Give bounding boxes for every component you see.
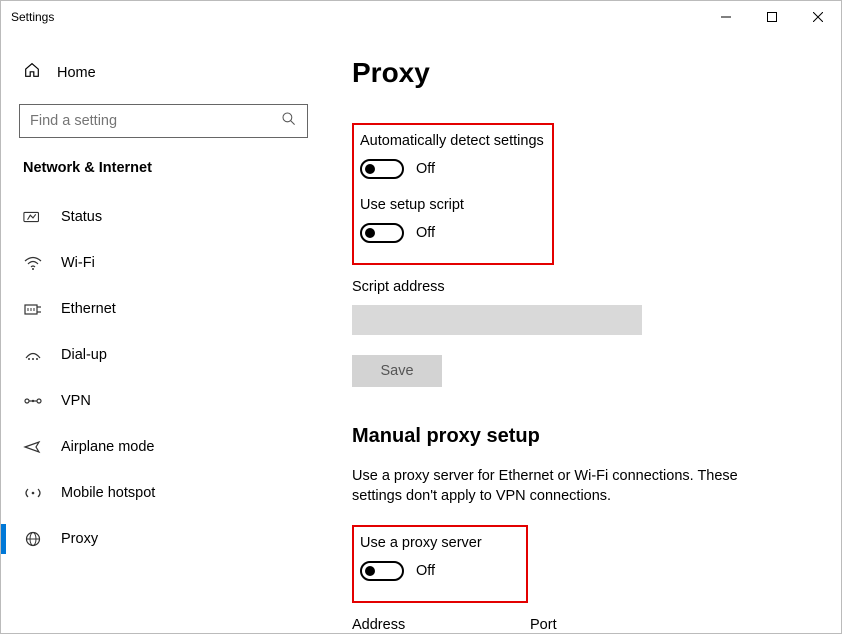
home-label: Home xyxy=(57,65,96,81)
maximize-button[interactable] xyxy=(749,1,795,33)
nav-list: Status Wi-Fi Ethernet Dial-up VPN Airpla… xyxy=(19,194,308,562)
setup-script-toggle[interactable] xyxy=(360,223,404,243)
category-header: Network & Internet xyxy=(19,160,308,176)
script-address-input[interactable] xyxy=(352,305,642,335)
nav-label: Status xyxy=(61,209,102,225)
auto-detect-state: Off xyxy=(416,161,435,177)
save-button-label: Save xyxy=(380,363,413,379)
port-label: Port xyxy=(530,617,620,633)
titlebar: Settings xyxy=(1,1,841,33)
auto-detect-toggle[interactable] xyxy=(360,159,404,179)
sidebar-item-hotspot[interactable]: Mobile hotspot xyxy=(19,470,308,516)
sidebar-item-proxy[interactable]: Proxy xyxy=(19,516,308,562)
status-icon xyxy=(23,209,43,225)
use-proxy-label: Use a proxy server xyxy=(360,535,520,551)
sidebar-item-dialup[interactable]: Dial-up xyxy=(19,332,308,378)
nav-label: Mobile hotspot xyxy=(61,485,155,501)
save-button[interactable]: Save xyxy=(352,355,442,387)
search-field[interactable] xyxy=(30,113,281,129)
use-proxy-state: Off xyxy=(416,563,435,579)
script-address-label: Script address xyxy=(352,279,815,295)
use-proxy-toggle[interactable] xyxy=(360,561,404,581)
nav-label: Wi-Fi xyxy=(61,255,95,271)
sidebar-item-ethernet[interactable]: Ethernet xyxy=(19,286,308,332)
highlight-box-auto: Automatically detect settings Off Use se… xyxy=(352,123,554,265)
search-icon xyxy=(281,111,297,132)
sidebar-item-airplane[interactable]: Airplane mode xyxy=(19,424,308,470)
manual-section-title: Manual proxy setup xyxy=(352,425,815,448)
ethernet-icon xyxy=(23,301,43,317)
airplane-icon xyxy=(23,439,43,455)
dialup-icon xyxy=(23,347,43,363)
auto-detect-label: Automatically detect settings xyxy=(360,133,546,149)
search-input[interactable] xyxy=(19,104,308,138)
close-button[interactable] xyxy=(795,1,841,33)
sidebar: Home Network & Internet Status Wi-Fi Eth… xyxy=(1,33,326,633)
hotspot-icon xyxy=(23,485,43,501)
window-controls xyxy=(703,1,841,33)
nav-label: Dial-up xyxy=(61,347,107,363)
nav-label: VPN xyxy=(61,393,91,409)
main-panel: Proxy Automatically detect settings Off … xyxy=(326,33,841,633)
sidebar-item-vpn[interactable]: VPN xyxy=(19,378,308,424)
proxy-icon xyxy=(23,531,43,547)
wifi-icon xyxy=(23,255,43,271)
home-icon xyxy=(23,61,41,84)
manual-description: Use a proxy server for Ethernet or Wi-Fi… xyxy=(352,466,782,507)
nav-label: Ethernet xyxy=(61,301,116,317)
minimize-button[interactable] xyxy=(703,1,749,33)
setup-script-label: Use setup script xyxy=(360,197,546,213)
highlight-box-manual: Use a proxy server Off xyxy=(352,525,528,603)
page-title: Proxy xyxy=(352,57,815,89)
address-label: Address xyxy=(352,617,482,633)
window-title: Settings xyxy=(11,10,54,24)
setup-script-state: Off xyxy=(416,225,435,241)
home-link[interactable]: Home xyxy=(19,51,308,94)
sidebar-item-status[interactable]: Status xyxy=(19,194,308,240)
sidebar-item-wifi[interactable]: Wi-Fi xyxy=(19,240,308,286)
nav-label: Airplane mode xyxy=(61,439,155,455)
nav-label: Proxy xyxy=(61,531,98,547)
vpn-icon xyxy=(23,393,43,409)
